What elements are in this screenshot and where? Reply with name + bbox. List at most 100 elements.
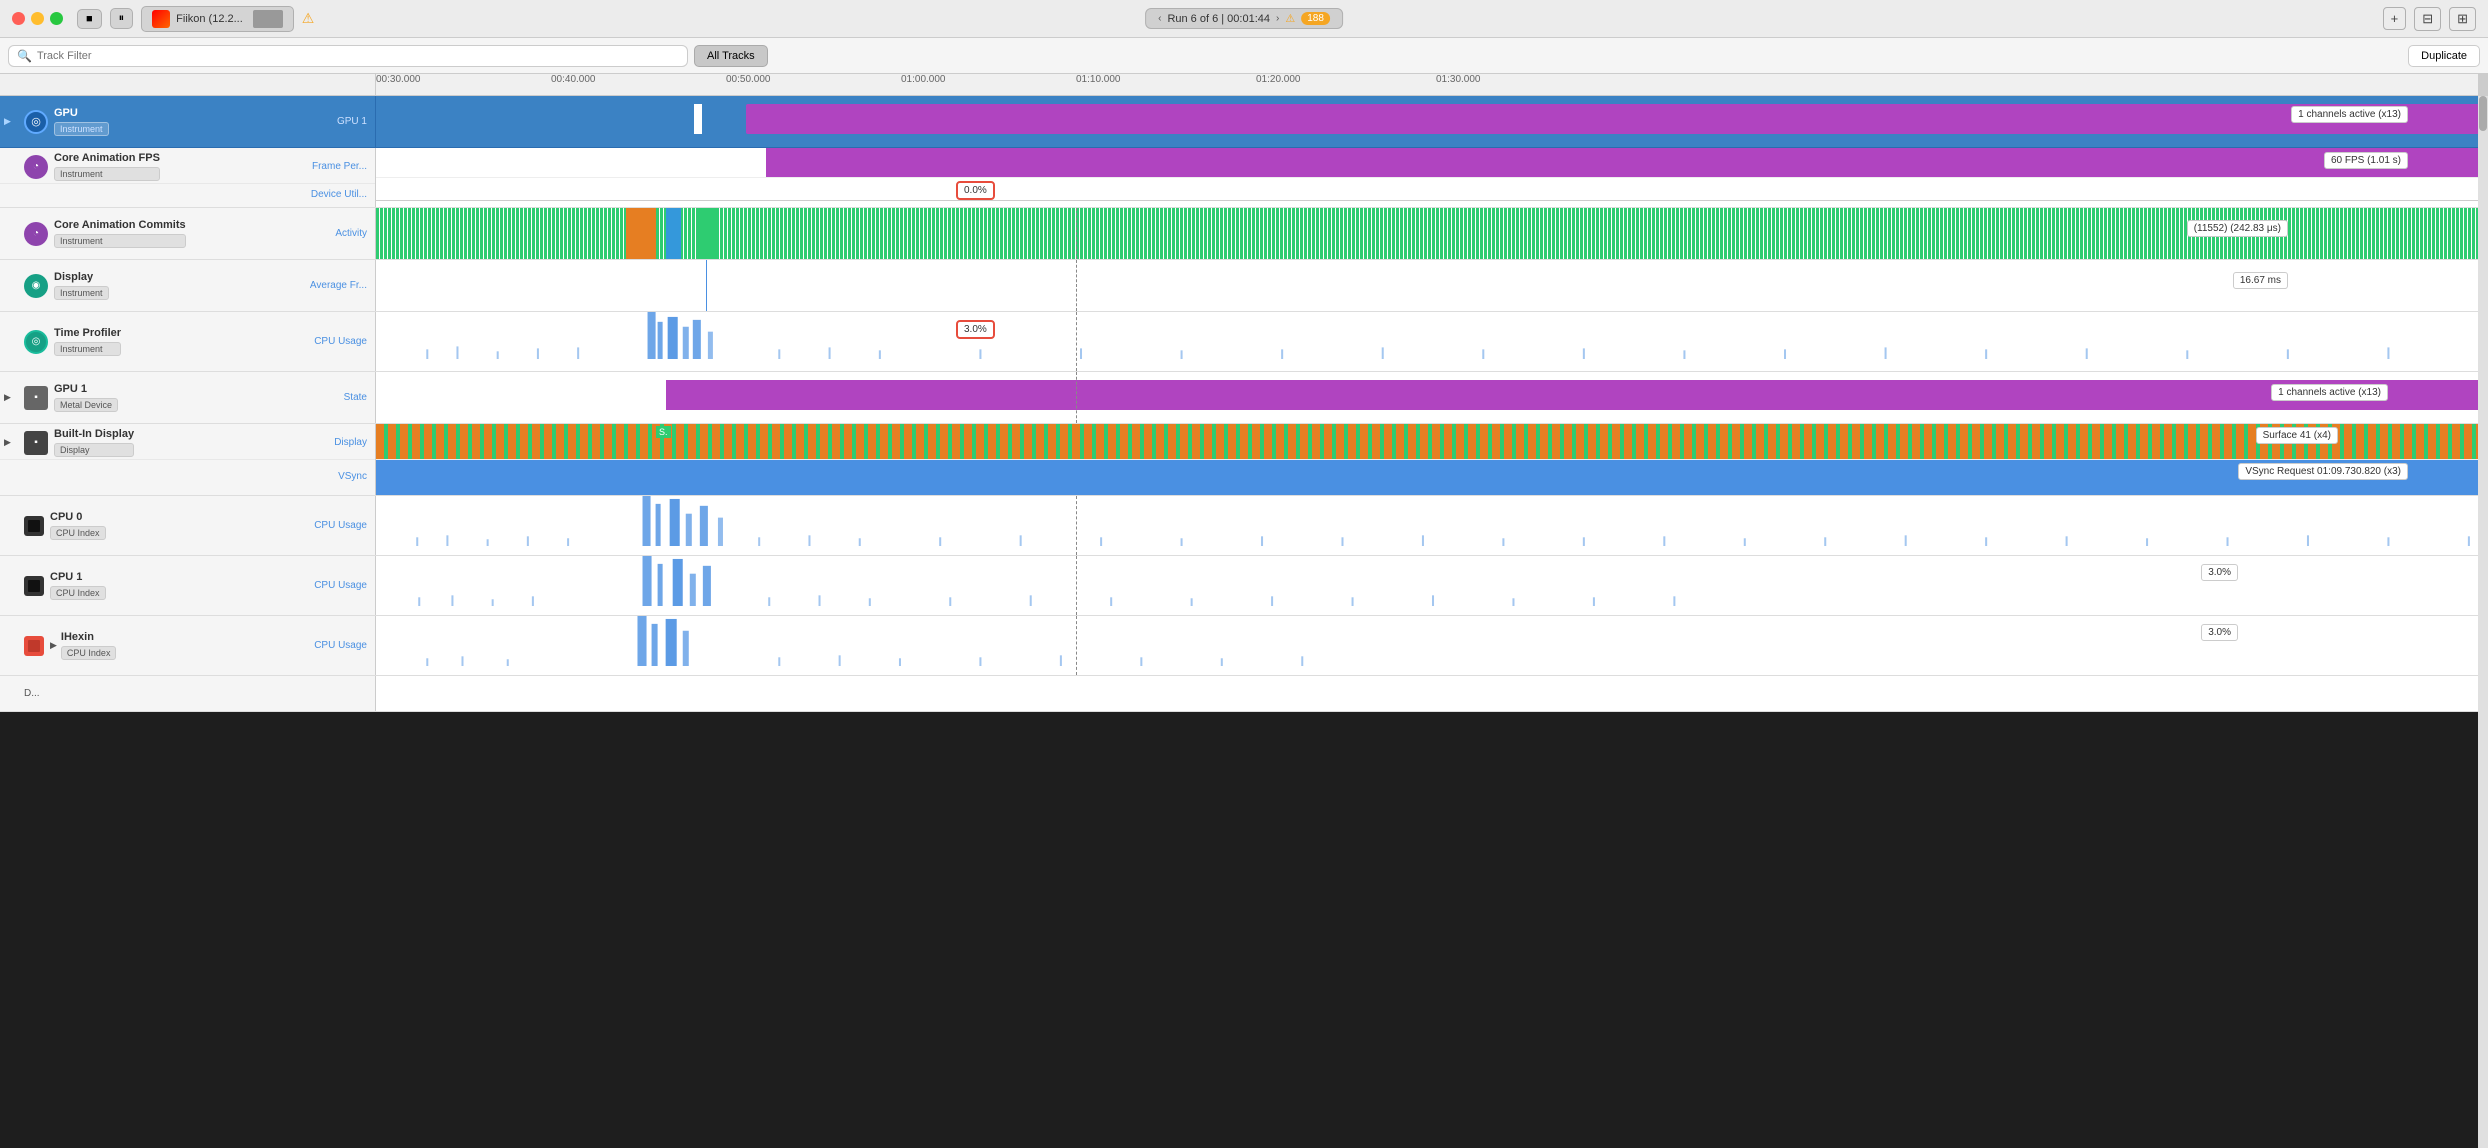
core-anim-commits-row: ◔ Core Animation Commits Instrument Acti… bbox=[0, 208, 2488, 260]
cpu1-annotation: 3.0% bbox=[2201, 564, 2238, 581]
bid-s-label: S. bbox=[656, 426, 671, 438]
cpu0-sidebar: CPU 0 CPU Index CPU Usage bbox=[0, 496, 376, 555]
fps-badge: Instrument bbox=[54, 167, 160, 181]
cpu0-row: CPU 0 CPU Index CPU Usage bbox=[0, 496, 2488, 556]
display-dashed-line bbox=[1076, 260, 1077, 311]
ihexin-track-name: IHexin bbox=[61, 631, 117, 643]
duplicate-button[interactable]: Duplicate bbox=[2408, 45, 2480, 67]
display-track-name: Display bbox=[54, 271, 109, 283]
fps-sublabel2: Device Util... bbox=[311, 189, 371, 200]
gpu-white-bar bbox=[694, 104, 702, 134]
gpu-expand[interactable]: ▶ bbox=[4, 116, 24, 127]
bid-annotation: Surface 41 (x4) bbox=[2256, 427, 2338, 444]
next-run-button[interactable]: › bbox=[1276, 13, 1279, 24]
ihexin-expand-arrow[interactable]: ▶ bbox=[50, 640, 57, 651]
gpu1-sublabel: State bbox=[344, 392, 371, 403]
run-info-label: Run 6 of 6 | 00:01:44 bbox=[1167, 13, 1270, 25]
display-vert-line bbox=[706, 260, 707, 311]
cpu1-badge: CPU Index bbox=[50, 586, 106, 600]
tp-track-name: Time Profiler bbox=[54, 327, 121, 339]
all-tracks-button[interactable]: All Tracks bbox=[694, 45, 768, 67]
traffic-lights bbox=[12, 12, 63, 25]
tick-3: 00:50.000 bbox=[726, 74, 771, 85]
prev-run-button[interactable]: ‹ bbox=[1158, 13, 1161, 24]
gpu1-sidebar: ▶ ▪ GPU 1 Metal Device State bbox=[0, 372, 376, 423]
gpu1-track-info: GPU 1 Metal Device bbox=[54, 383, 118, 412]
maximize-button[interactable] bbox=[50, 12, 63, 25]
bid-vsync-bar bbox=[376, 460, 2488, 495]
cpu1-row: CPU 1 CPU Index CPU Usage bbox=[0, 556, 2488, 616]
commits-track-name: Core Animation Commits bbox=[54, 219, 186, 231]
main-content: ▶ ◎ GPU Instrument GPU 1 1 channels acti… bbox=[0, 96, 2488, 1148]
tick-7: 01:30.000 bbox=[1436, 74, 1481, 85]
gpu-annotation: 1 channels active (x13) bbox=[2291, 106, 2408, 123]
ihexin-annotation: 3.0% bbox=[2201, 624, 2238, 641]
bid-track-name: Built-In Display bbox=[54, 428, 134, 440]
commits-orange1 bbox=[626, 208, 656, 259]
display-icon: ◉ bbox=[24, 274, 48, 298]
commits-sidebar: ◔ Core Animation Commits Instrument Acti… bbox=[0, 208, 376, 259]
titlebar: ■ ⏸ Fiikon (12.2... ⚠ ‹ Run 6 of 6 | 00:… bbox=[0, 0, 2488, 38]
layout-button[interactable]: ⊞ bbox=[2449, 7, 2476, 31]
gpu1-row: ▶ ▪ GPU 1 Metal Device State 1 channels … bbox=[0, 372, 2488, 424]
fps-track-name: Core Animation FPS bbox=[54, 152, 160, 164]
track-filter-input[interactable] bbox=[37, 50, 679, 62]
bid-track-info: Built-In Display Display bbox=[54, 428, 134, 457]
bid-content: S. Surface 41 (x4) VSync Request 01:09.7… bbox=[376, 424, 2488, 495]
gpu1-content: 1 channels active (x13) bbox=[376, 372, 2488, 423]
toolbar: 🔍 All Tracks Duplicate bbox=[0, 38, 2488, 74]
gpu-sidebar-cell: ▶ ◎ GPU Instrument GPU 1 bbox=[0, 96, 376, 147]
commits-annotation: (11552) (242.83 μs) bbox=[2187, 220, 2288, 237]
gpu1-expand-arrow[interactable]: ▶ bbox=[4, 392, 24, 403]
ihexin-sublabel: CPU Usage bbox=[314, 640, 371, 651]
pause-button[interactable]: ⏸ bbox=[110, 8, 134, 29]
bid-display-viz: S. Surface 41 (x4) bbox=[376, 424, 2488, 460]
tick-4: 01:00.000 bbox=[901, 74, 946, 85]
fps-annotation: 60 FPS (1.01 s) bbox=[2324, 152, 2408, 169]
fps-top-viz: 60 FPS (1.01 s) bbox=[376, 148, 2488, 178]
warning-icon-small: ⚠ bbox=[1285, 12, 1295, 25]
tp-icon: ◎ bbox=[24, 330, 48, 354]
tick-5: 01:10.000 bbox=[1076, 74, 1121, 85]
bid-top: ▶ ▪ Built-In Display Display Display bbox=[0, 424, 375, 460]
fps-track-info: Core Animation FPS Instrument bbox=[54, 152, 160, 181]
fps-annotation2: 0.0% bbox=[956, 181, 995, 200]
display-row: ◉ Display Instrument Average Fr... 16.67… bbox=[0, 260, 2488, 312]
gpu-viz-bar bbox=[746, 104, 2488, 134]
cpu1-icon bbox=[24, 576, 44, 596]
close-button[interactable] bbox=[12, 12, 25, 25]
fps-top-subrow: ◔ Core Animation FPS Instrument Frame Pe… bbox=[0, 148, 375, 184]
search-icon: 🔍 bbox=[17, 49, 32, 63]
bid-expand[interactable]: ▶ bbox=[4, 437, 24, 448]
commits-icon: ◔ bbox=[24, 222, 48, 246]
more-sidebar: D... bbox=[0, 676, 376, 711]
cpu0-sublabel: CPU Usage bbox=[314, 520, 371, 531]
tp-sublabel: CPU Usage bbox=[314, 336, 371, 347]
fps-bottom-subrow: Device Util... bbox=[0, 184, 375, 207]
ruler-spacer bbox=[0, 74, 376, 95]
right-scrollbar[interactable] bbox=[2478, 96, 2488, 1148]
add-instrument-button[interactable]: + bbox=[2383, 7, 2407, 30]
bid-sublabel: Display bbox=[334, 437, 371, 448]
fps-bottom-viz: 0.0% bbox=[376, 178, 2488, 207]
titlebar-right: + ⊟ ⊞ bbox=[2383, 7, 2476, 31]
bid-sublabel2: VSync bbox=[338, 471, 371, 482]
search-box[interactable]: 🔍 bbox=[8, 45, 688, 67]
display-badge: Instrument bbox=[54, 286, 109, 300]
split-view-button[interactable]: ⊟ bbox=[2414, 7, 2441, 31]
ihexin-content: 3.0% bbox=[376, 616, 2488, 675]
tp-track-info: Time Profiler Instrument bbox=[54, 327, 121, 356]
tick-2: 00:40.000 bbox=[551, 74, 596, 85]
tp-content: 3.0% bbox=[376, 312, 2488, 371]
scroll-indicator-top bbox=[2478, 74, 2488, 95]
app-name-label: Fiikon (12.2... bbox=[176, 13, 243, 25]
stop-button[interactable]: ■ bbox=[77, 9, 102, 29]
tp-waveform bbox=[376, 312, 2488, 359]
gpu1-annotation: 1 channels active (x13) bbox=[2271, 384, 2388, 401]
commits-sublabel: Activity bbox=[335, 228, 371, 239]
app-badge: Fiikon (12.2... bbox=[141, 6, 294, 32]
minimize-button[interactable] bbox=[31, 12, 44, 25]
stop-icon: ■ bbox=[86, 13, 93, 25]
bid-badge: Display bbox=[54, 443, 134, 457]
bid-bottom: VSync bbox=[0, 460, 375, 495]
